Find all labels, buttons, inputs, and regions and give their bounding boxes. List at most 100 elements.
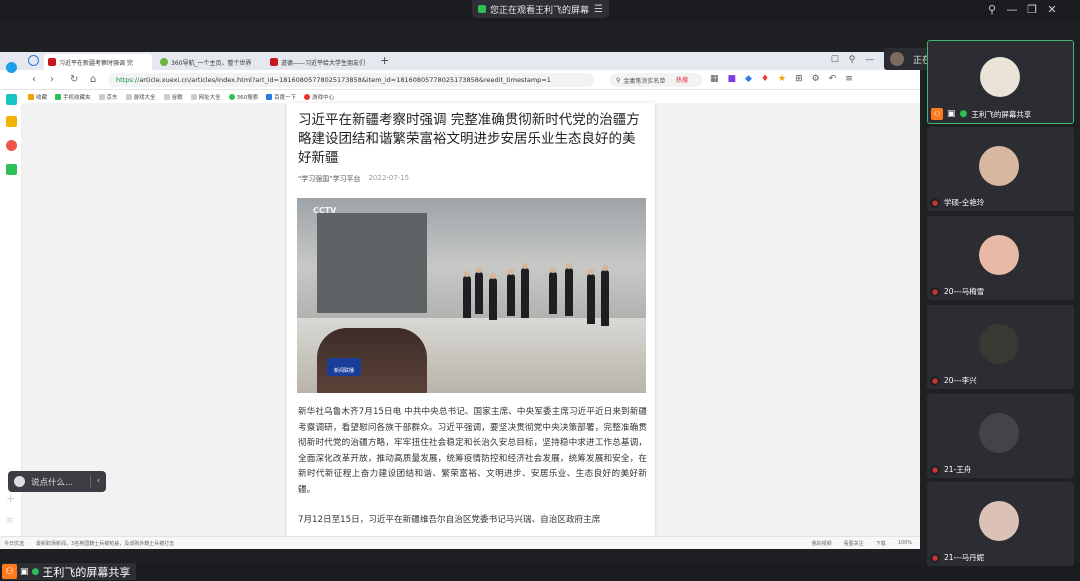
collapse-chevron-icon[interactable]: ‹	[90, 475, 106, 488]
participant-name: 21-王舟	[944, 465, 972, 474]
tab-moral[interactable]: 道德——习近平给大学生朋友们	[266, 54, 372, 70]
browser-search-input[interactable]: ⚲ 金庸笔涂实名单	[610, 73, 702, 87]
star-icon[interactable]: ★	[778, 74, 786, 84]
search-icon: ⚲	[616, 76, 621, 84]
weibo-icon[interactable]	[6, 140, 17, 151]
bookmark-item[interactable]: 游戏中心	[304, 93, 334, 101]
meeting-window: 您正在观看王利飞的屏幕 ☰ ⚲ — ❐ ✕ 习近平在新疆考察时强调 完 360导…	[0, 0, 1080, 581]
360-icon	[228, 93, 235, 100]
viewing-indicator[interactable]: 您正在观看王利飞的屏幕 ☰	[472, 0, 609, 18]
pin-icon[interactable]: ⚲	[849, 55, 856, 65]
status-right-item[interactable]: 看图关注	[844, 540, 864, 547]
forward-icon[interactable]: ›	[50, 74, 54, 85]
360-favicon-icon	[160, 58, 168, 66]
menu-icon[interactable]: ≡	[845, 74, 853, 84]
mic-muted-icon: ●	[930, 197, 940, 208]
participant-name: 20---马梅雪	[944, 287, 985, 296]
bookmark-label: 谷歌	[171, 94, 183, 101]
share-label-text: 王利飞的屏幕共享	[42, 565, 131, 579]
plus-icon[interactable]	[6, 94, 17, 105]
settings-icon[interactable]: ⚙	[812, 74, 820, 84]
add-icon[interactable]: +	[6, 492, 15, 505]
web-page: 习近平在新疆考察时强调 完整准确贯彻新时代党的治疆方略建设团结和谐繁荣富裕文明进…	[22, 103, 920, 536]
user-avatar-icon: ⚇	[931, 108, 943, 120]
apps-icon[interactable]: ⊞	[795, 74, 803, 84]
bookmark-label: 网址大全	[198, 94, 221, 101]
reload-icon[interactable]: ↻	[70, 74, 78, 85]
translate-icon[interactable]: ◆	[745, 74, 752, 84]
pin-icon[interactable]: ⚲	[985, 3, 999, 16]
chat-icon[interactable]	[6, 164, 17, 175]
status-left-item[interactable]: 今日优选	[4, 540, 24, 547]
participant-avatar	[979, 146, 1019, 186]
photo-person	[587, 269, 595, 324]
photo-person	[475, 267, 483, 314]
status-right-item[interactable]: 我的视频	[812, 540, 832, 547]
browser-brand-icon[interactable]	[6, 62, 17, 73]
article-source: "学习强国"学习平台	[298, 175, 361, 183]
mic-muted-icon: ●	[930, 375, 940, 386]
back-icon[interactable]: ‹	[32, 74, 36, 85]
tab-article[interactable]: 习近平在新疆考察时强调 完	[44, 54, 152, 70]
article-photo: CCTV 新闻联播	[297, 198, 646, 393]
participant-tile[interactable]: ● 21-王舟	[927, 394, 1074, 478]
grid-icon[interactable]: ▦	[710, 74, 719, 84]
mic-muted-icon: ●	[930, 464, 940, 475]
extension-icon[interactable]: ■	[728, 74, 737, 84]
url-bar[interactable]: https:// article.xuexi.cn/articles/index…	[108, 73, 594, 87]
participant-avatar	[980, 57, 1020, 97]
bookmark-label: 360搜索	[236, 94, 259, 101]
status-right-item[interactable]: 下载	[876, 540, 886, 547]
bookmark-item[interactable]: 游戏大全	[125, 93, 156, 101]
restore-icon[interactable]: ❐	[1025, 3, 1039, 16]
photo-person	[489, 273, 497, 320]
article-date: 2022-07-15	[368, 174, 410, 182]
article-paragraph: 新华社乌鲁木齐7月15日电 中共中央总书记、国家主席、中央军委主席习近平近日来到…	[298, 407, 647, 495]
xuexi-favicon-icon	[270, 58, 278, 66]
bookmark-item[interactable]: 360搜索	[228, 93, 259, 101]
participant-name-row: ● 20---李兴	[930, 375, 977, 386]
bookmark-item[interactable]: 收藏	[28, 93, 47, 101]
close-icon[interactable]: ✕	[1045, 3, 1059, 16]
xuexi-favicon-icon	[48, 58, 56, 66]
tab-list-icon[interactable]: ☐	[831, 55, 839, 65]
photo-person	[507, 269, 515, 316]
bookmark-item[interactable]: 手机收藏夹	[55, 93, 91, 101]
menu-icon[interactable]: ☰	[594, 4, 603, 15]
search-placeholder: 金庸笔涂实名单	[623, 77, 666, 85]
photo-person	[521, 263, 529, 318]
participant-name: 王利飞的屏幕共享	[971, 109, 1032, 119]
participant-name-row: ● 21---马丹妮	[930, 552, 984, 563]
zoom-level[interactable]: 100%	[898, 540, 912, 547]
viewing-text: 您正在观看王利飞的屏幕	[490, 5, 590, 16]
page-icon	[163, 93, 170, 100]
bookmark-item[interactable]: 京东	[98, 93, 118, 101]
list-icon[interactable]: ≡	[6, 516, 14, 526]
participant-tile[interactable]: ● 20---马梅雪	[927, 216, 1074, 300]
bookmark-item[interactable]: 谷歌	[163, 93, 183, 101]
chat-input[interactable]: 说点什么... ‹	[8, 471, 106, 492]
participant-tile[interactable]: ⚇ ▣ ● 王利飞的屏幕共享	[927, 40, 1074, 124]
undo-icon[interactable]: ↶	[829, 74, 837, 84]
game-icon[interactable]: ♦	[761, 74, 769, 84]
status-left-item[interactable]: 最新职场新闻，3名英国籍士兵被枪毙，及成殉外籍士兵被打击	[36, 540, 174, 547]
microphone-icon: ●	[31, 566, 40, 577]
participant-tile[interactable]: ● 20---李兴	[927, 305, 1074, 389]
photo-person	[601, 265, 609, 326]
bookmark-item[interactable]: 网址大全	[190, 93, 221, 101]
home-icon[interactable]: ⌂	[90, 74, 96, 85]
bookmark-item[interactable]: 百度一下	[266, 93, 296, 101]
browser-toolbar: ▦ ■ ◆ ♦ ★ ⊞ ⚙ ↶ ≡	[710, 74, 853, 84]
new-tab-button[interactable]: +	[380, 54, 389, 67]
emoji-icon[interactable]	[14, 476, 25, 487]
hot-search-label[interactable]: 热搜	[676, 75, 688, 84]
minimize-icon[interactable]: —	[865, 55, 874, 65]
tab-360[interactable]: 360导航_一个主页，整个世界	[156, 54, 260, 70]
meeting-top-bar: 您正在观看王利飞的屏幕 ☰ ⚲ — ❐ ✕	[0, 0, 1080, 22]
minimize-icon[interactable]: —	[1005, 3, 1019, 16]
star-icon[interactable]	[6, 116, 17, 127]
bookmark-label: 游戏中心	[312, 94, 335, 101]
participant-tile[interactable]: ● 学硕-仝艳玲	[927, 127, 1074, 211]
participant-tile[interactable]: ● 21---马丹妮	[927, 482, 1074, 566]
participant-name: 20---李兴	[944, 376, 977, 385]
